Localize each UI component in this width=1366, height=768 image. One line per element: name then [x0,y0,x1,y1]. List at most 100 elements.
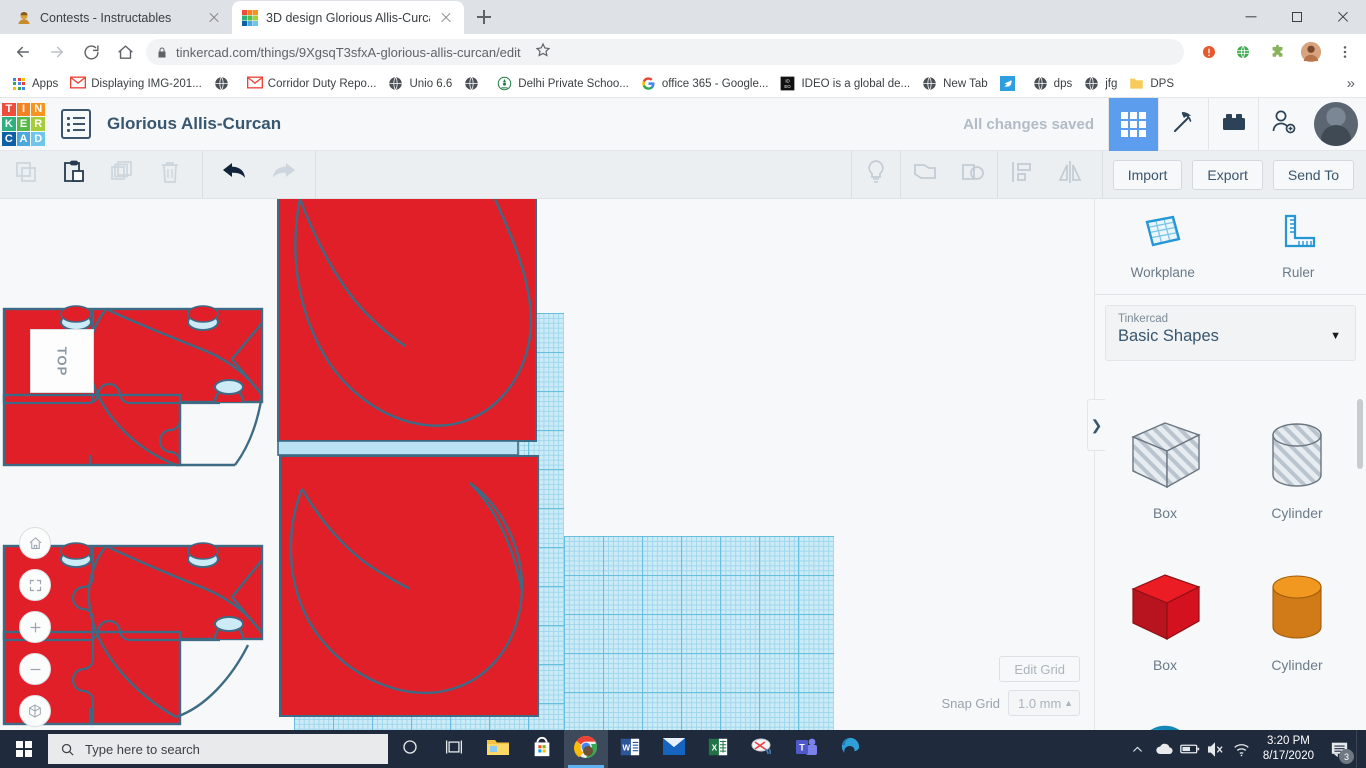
battery-button[interactable] [1177,730,1203,768]
bookmark-item[interactable] [458,74,491,94]
browser-tab-tinkercad[interactable]: 3D design Glorious Allis-Curcan | [232,1,464,34]
shape-item-hole-cylinder[interactable]: Cylinder [1231,401,1363,553]
shape-item-hole-box[interactable]: Box [1099,401,1231,553]
taskbar-search-input[interactable]: Type here to search [48,734,388,764]
file-explorer-button[interactable] [476,730,520,768]
bookmark-item[interactable] [994,74,1027,94]
star-icon[interactable] [529,42,557,63]
bookmark-apps[interactable]: Apps [5,74,64,94]
heart-block-bottom[interactable] [279,455,539,717]
browser-tab-instructables[interactable]: Contests - Instructables [6,1,232,34]
browser-profile-icon[interactable] [1294,35,1328,69]
notifications-button[interactable]: 3 [1322,730,1356,768]
toggle-ortho-perspective-button[interactable] [19,695,51,727]
align-button[interactable] [998,151,1046,198]
zoom-out-button[interactable] [19,653,51,685]
delete-button[interactable] [146,151,194,198]
new-tab-button[interactable] [470,3,498,31]
network-button[interactable] [1229,730,1255,768]
show-hide-button[interactable] [852,151,900,198]
tab-close-icon[interactable] [206,10,222,26]
ruler-tool[interactable]: Ruler [1231,213,1366,280]
show-hidden-icons-button[interactable] [1125,730,1151,768]
home-view-button[interactable] [19,527,51,559]
microsoft-store-button[interactable] [520,730,564,768]
shape-item-text[interactable]: Abc [1231,705,1363,730]
taskbar-clock[interactable]: 3:20 PM 8/17/2020 [1255,734,1322,764]
bookmark-item[interactable]: Delhi Private Schoo... [491,74,635,94]
view-cube[interactable]: TOP [30,329,94,393]
address-bar[interactable]: tinkercad.com/things/9XgsqT3sfxA-gloriou… [146,39,1184,65]
shape-item-solid-sphere[interactable] [1099,705,1231,730]
excel-button[interactable]: X [696,730,740,768]
import-button[interactable]: Import [1112,159,1183,190]
window-maximize-button[interactable] [1274,0,1320,33]
edge-button[interactable] [828,730,872,768]
avatar[interactable] [1314,102,1358,146]
bookmark-item[interactable]: office 365 - Google... [635,74,775,94]
teams-button[interactable]: T [784,730,828,768]
shape-label: Box [1152,657,1178,673]
home-icon[interactable] [108,35,142,69]
panel-scrollbar[interactable] [1357,399,1363,469]
snipping-tool-button[interactable] [740,730,784,768]
shape-library-select[interactable]: Tinkercad Basic Shapes ▼ [1105,305,1356,361]
undo-button[interactable] [211,151,259,198]
edit-grid-button[interactable]: Edit Grid [999,656,1080,682]
word-button[interactable]: W [608,730,652,768]
shape-item-solid-box[interactable]: Box [1099,553,1231,705]
bookmarks-overflow-button[interactable]: » [1347,75,1361,92]
heart-block-top[interactable] [277,199,537,442]
bookmark-item[interactable]: ID EO IDEO is a global de... [774,74,916,94]
onedrive-button[interactable] [1151,730,1177,768]
workplane-tool[interactable]: Workplane [1095,213,1231,280]
volume-muted-button[interactable] [1203,730,1229,768]
window-minimize-button[interactable] [1228,0,1274,33]
snap-grid-select[interactable]: 1.0 mm ▲ [1008,690,1080,716]
export-button[interactable]: Export [1192,159,1263,190]
globe-extension-icon[interactable] [1226,35,1260,69]
zoom-in-button[interactable] [19,611,51,643]
shape-item-solid-cylinder[interactable]: Cylinder [1231,553,1363,705]
fit-all-in-view-button[interactable] [19,569,51,601]
send-to-button[interactable]: Send To [1272,159,1354,190]
update-badge-icon[interactable] [1192,35,1226,69]
list-menu-icon[interactable] [61,109,91,139]
reload-icon[interactable] [74,35,108,69]
bookmark-item[interactable]: dps [1027,74,1079,94]
ungroup-button[interactable] [949,151,997,198]
mirror-button[interactable] [1046,151,1094,198]
cortana-button[interactable] [388,730,432,768]
minecraft-view-button[interactable] [1158,97,1208,151]
model-shapes[interactable] [0,199,1094,730]
forward-arrow-icon[interactable] [40,35,74,69]
design-canvas[interactable]: TOP Edit Grid Snap Grid 1.0 mm ▲ [0,199,1094,730]
bookmark-item[interactable]: Displaying IMG-201... [64,74,208,94]
bookmark-item[interactable]: Unio 6.6 [382,74,458,94]
mail-button[interactable] [652,730,696,768]
three-dot-menu-icon[interactable] [1328,35,1362,69]
tab-close-icon[interactable] [438,10,454,26]
google-chrome-button[interactable] [564,730,608,768]
back-arrow-icon[interactable] [6,35,40,69]
copy-button[interactable] [2,151,50,198]
bricks-view-button[interactable] [1208,97,1258,151]
bookmark-item[interactable]: Corridor Duty Repo... [241,74,383,94]
windows-start-button[interactable] [0,730,48,768]
paste-button[interactable] [50,151,98,198]
bookmark-item[interactable] [208,74,241,94]
puzzle-extension-icon[interactable] [1260,35,1294,69]
group-button[interactable] [901,151,949,198]
redo-button[interactable] [259,151,307,198]
window-close-button[interactable] [1320,0,1366,33]
shape-list[interactable]: Box Cylinder Box Cylinder [1095,395,1366,730]
show-desktop-button[interactable] [1356,730,1362,768]
blocks-grid-view-button[interactable] [1108,97,1158,151]
bookmark-item[interactable]: jfg [1078,74,1123,94]
bookmark-item[interactable]: DPS [1123,74,1180,94]
duplicate-button[interactable] [98,151,146,198]
tinkercad-logo[interactable]: T I N K E R C A D [2,102,45,146]
task-view-button[interactable] [432,730,476,768]
bookmark-item[interactable]: New Tab [916,74,994,94]
invite-people-button[interactable] [1258,97,1308,151]
